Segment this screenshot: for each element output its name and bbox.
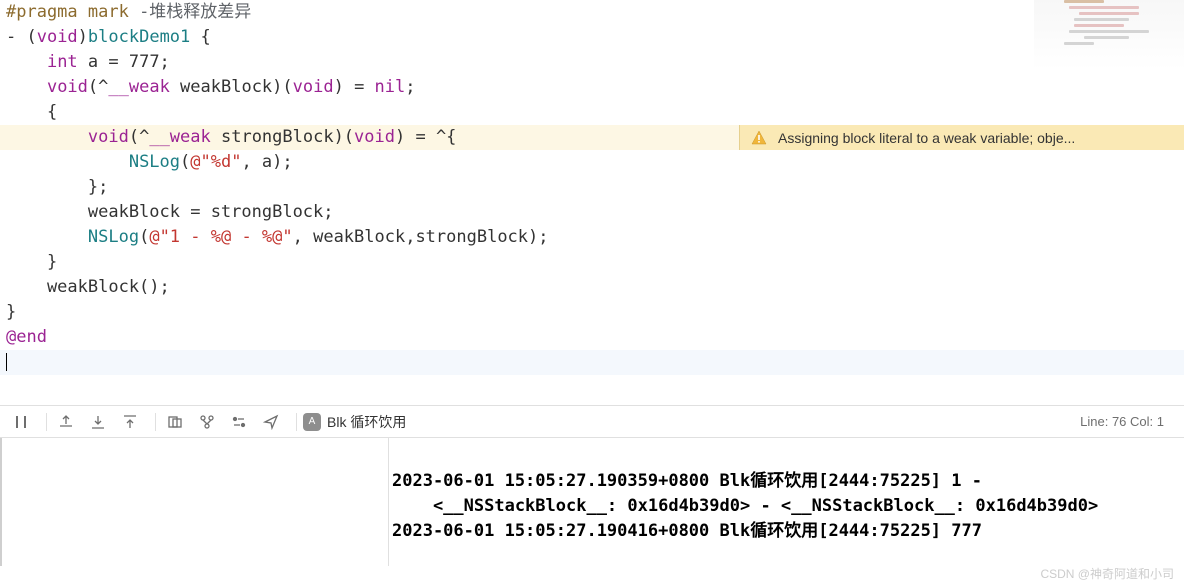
divider: [46, 413, 47, 431]
memory-graph-icon[interactable]: [194, 410, 220, 434]
view-hierarchy-icon[interactable]: [162, 410, 188, 434]
code-line: @end: [0, 325, 1184, 350]
minimap[interactable]: [1034, 0, 1184, 70]
code-line: void(^__weak weakBlock)(void) = nil;: [0, 75, 1184, 100]
code-line: #pragma mark -堆栈释放差异: [0, 0, 1184, 25]
watermark: CSDN @神奇阿道和小司: [1040, 565, 1174, 582]
step-into-icon[interactable]: [117, 410, 143, 434]
warning-icon: [750, 129, 768, 147]
continue-exec-icon[interactable]: [53, 410, 79, 434]
code-line: int a = 777;: [0, 50, 1184, 75]
location-icon[interactable]: [258, 410, 284, 434]
scheme-name[interactable]: Blk 循环饮用: [327, 412, 406, 432]
step-over-icon[interactable]: [85, 410, 111, 434]
console-output[interactable]: 2023-06-01 15:05:27.190359+0800 Blk循环饮用[…: [0, 438, 1184, 566]
warning-banner[interactable]: Assigning block literal to a weak variab…: [739, 125, 1184, 150]
scheme-icon: A: [303, 413, 321, 431]
code-line: }: [0, 250, 1184, 275]
divider: [296, 413, 297, 431]
cursor-position: Line: 76 Col: 1: [1080, 414, 1164, 429]
warning-text: Assigning block literal to a weak variab…: [778, 130, 1075, 146]
code-line: }: [0, 300, 1184, 325]
code-line: weakBlock = strongBlock;: [0, 200, 1184, 225]
current-line: [0, 350, 1184, 375]
divider: [155, 413, 156, 431]
code-line: };: [0, 175, 1184, 200]
code-editor[interactable]: #pragma mark -堆栈释放差异 - (void)blockDemo1 …: [0, 0, 1184, 406]
code-line: - (void)blockDemo1 {: [0, 25, 1184, 50]
console-line: 2023-06-01 15:05:27.190359+0800 Blk循环饮用[…: [392, 471, 982, 491]
debug-toolbar: A Blk 循环饮用 Line: 76 Col: 1: [0, 406, 1184, 438]
console-line: 2023-06-01 15:05:27.190416+0800 Blk循环饮用[…: [392, 521, 982, 541]
code-line: weakBlock();: [0, 275, 1184, 300]
code-line: {: [0, 100, 1184, 125]
pause-button[interactable]: [8, 410, 34, 434]
code-line: NSLog(@"%d", a);: [0, 150, 1184, 175]
env-overrides-icon[interactable]: [226, 410, 252, 434]
console-line: <__NSStackBlock__: 0x16d4b39d0> - <__NSS…: [392, 496, 1098, 516]
code-line: NSLog(@"1 - %@ - %@", weakBlock,strongBl…: [0, 225, 1184, 250]
